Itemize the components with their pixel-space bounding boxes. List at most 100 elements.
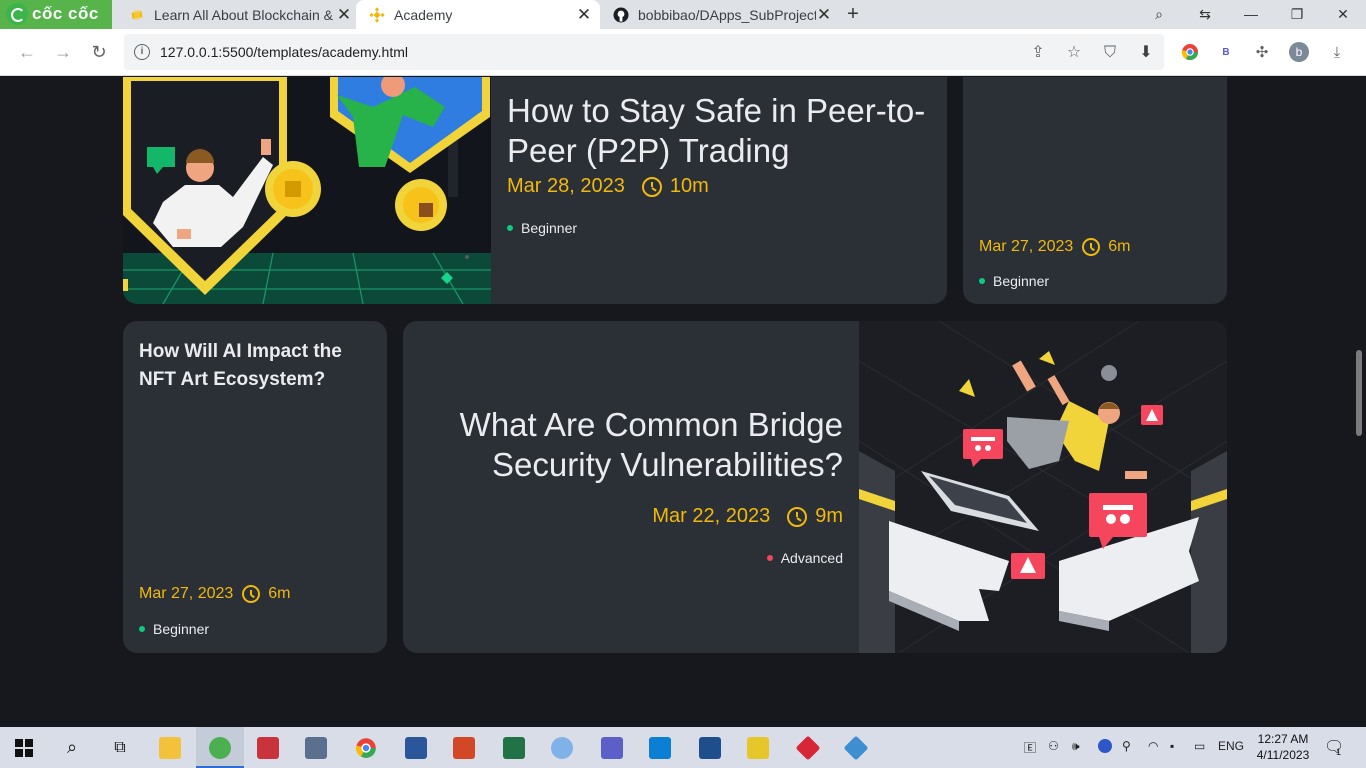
downloads-icon[interactable]: ⤓ xyxy=(1327,43,1347,63)
extensions-puzzle-icon[interactable]: ✣ xyxy=(1252,43,1272,63)
app-calendar-icon[interactable] xyxy=(244,727,292,768)
close-tab-icon[interactable]: ✕ xyxy=(576,6,592,23)
tab-github[interactable]: bobbibao/DApps_SubProject ✕ xyxy=(600,0,840,29)
windows-taskbar: ⌕ ⧉ 🄴 ⚇ 🕪 ⚲ ◠ ▪ ▭ ENG 12:27 AM 4/11/2023… xyxy=(0,727,1366,768)
bookmark-star-icon[interactable]: ☆ xyxy=(1064,43,1084,63)
article-title[interactable]: What Are Common Bridge Security Vulnerab… xyxy=(427,405,843,485)
restore-window-button[interactable]: ❐ xyxy=(1286,4,1308,24)
browser-brand[interactable]: cốc cốc xyxy=(0,0,112,29)
shield-icon[interactable]: ⛉ xyxy=(1100,43,1120,63)
language-indicator[interactable]: ENG xyxy=(1218,739,1244,753)
level-label: Beginner xyxy=(153,621,210,637)
minimize-window-button[interactable]: — xyxy=(1240,4,1262,24)
brand-name: cốc cốc xyxy=(32,4,99,23)
windows-logo-icon xyxy=(15,738,33,757)
powerpoint-icon[interactable] xyxy=(440,727,488,768)
academy-page: How to Stay Safe in Peer-to-Peer (P2P) T… xyxy=(0,77,1352,727)
read-duration: 9m xyxy=(815,505,843,527)
tray-app-icon[interactable]: 🄴 xyxy=(1024,739,1036,756)
p2p-trading-illustration xyxy=(123,77,491,304)
devc-icon[interactable] xyxy=(686,727,734,768)
volume-icon[interactable]: 🕪 xyxy=(1072,739,1080,754)
tab-switch-icon[interactable]: ⇆ xyxy=(1194,4,1216,24)
extension-b-icon[interactable]: B xyxy=(1216,43,1236,63)
url-text[interactable]: 127.0.0.1:5500/templates/academy.html xyxy=(160,44,408,60)
article-meta: Mar 27, 2023 6m xyxy=(979,238,1131,256)
download-video-icon[interactable]: ⬇ xyxy=(1136,43,1156,63)
search-icon[interactable]: ⌕ xyxy=(48,727,96,768)
paint-icon[interactable] xyxy=(538,727,586,768)
tab-title: bobbibao/DApps_SubProject xyxy=(638,6,816,23)
level-tag: Advanced xyxy=(766,550,843,566)
network-icon[interactable]: ▪ xyxy=(1170,739,1174,753)
level-label: Beginner xyxy=(521,220,578,236)
app-tool-icon[interactable] xyxy=(734,727,782,768)
article-meta: Mar 27, 2023 6m xyxy=(139,585,291,603)
tab-title: Academy xyxy=(394,6,453,23)
article-date: Mar 27, 2023 xyxy=(139,585,234,602)
github-favicon-icon xyxy=(613,7,629,22)
tab-search-icon[interactable]: ⌕ xyxy=(1148,4,1170,24)
article-card[interactable]: What Are Common Bridge Security Vulnerab… xyxy=(403,321,1227,653)
app-red-diamond-icon[interactable] xyxy=(784,727,832,768)
article-date: Mar 28, 2023 xyxy=(507,175,625,197)
article-card[interactable]: How Will AI Impact the NFT Art Ecosystem… xyxy=(123,321,387,653)
notifications-icon[interactable]: 🗨 xyxy=(1324,737,1344,757)
level-dot xyxy=(766,555,773,561)
clock-icon xyxy=(242,585,261,603)
clock-icon xyxy=(641,176,662,197)
scrollbar-thumb[interactable] xyxy=(1356,350,1362,436)
page-scrollbar[interactable] xyxy=(1352,77,1366,727)
forward-button[interactable]: → xyxy=(50,39,76,65)
microphone-icon[interactable]: ⚲ xyxy=(1122,739,1131,753)
close-window-button[interactable]: ✕ xyxy=(1332,4,1354,24)
level-tag: Beginner xyxy=(507,220,577,236)
read-duration: 6m xyxy=(1108,238,1131,255)
tab-title: Learn All About Blockchain & xyxy=(154,6,334,23)
binance-favicon-icon xyxy=(369,6,385,23)
article-meta: Mar 28, 2023 10m xyxy=(507,175,709,198)
clock-icon xyxy=(787,506,808,527)
start-button[interactable] xyxy=(0,727,48,768)
close-tab-icon[interactable]: ✕ xyxy=(816,6,832,23)
read-duration: 6m xyxy=(268,585,291,602)
article-card[interactable]: How to Stay Safe in Peer-to-Peer (P2P) T… xyxy=(123,77,947,304)
article-card[interactable]: Mar 27, 2023 6m Beginner xyxy=(963,77,1227,304)
address-bar[interactable]: i 127.0.0.1:5500/templates/academy.html … xyxy=(124,34,1164,70)
level-tag: Beginner xyxy=(139,621,209,637)
system-clock[interactable]: 12:27 AM 4/11/2023 xyxy=(1252,731,1314,763)
extension-chrome-icon[interactable] xyxy=(1180,43,1200,63)
browser-tab-bar: cốc cốc Learn All About Blockchain & ✕ A… xyxy=(0,0,1366,29)
excel-icon[interactable] xyxy=(490,727,538,768)
new-tab-button[interactable]: + xyxy=(843,4,863,24)
coccoc-browser-icon[interactable] xyxy=(196,727,244,768)
back-button[interactable]: ← xyxy=(14,39,40,65)
reload-button[interactable]: ↻ xyxy=(86,39,112,65)
teams-icon[interactable] xyxy=(588,727,636,768)
battery-icon[interactable]: ▭ xyxy=(1194,739,1205,753)
chrome-icon[interactable] xyxy=(342,727,390,768)
clock-time: 12:27 AM xyxy=(1257,732,1309,746)
bridge-security-illustration xyxy=(859,321,1227,653)
share-icon[interactable]: ⇪ xyxy=(1028,43,1048,63)
vscode-icon[interactable] xyxy=(636,727,684,768)
file-explorer-icon[interactable] xyxy=(146,727,194,768)
wifi-icon[interactable]: ◠ xyxy=(1148,739,1158,753)
app-document-icon[interactable] xyxy=(292,727,340,768)
task-view-icon[interactable]: ⧉ xyxy=(96,727,144,768)
site-info-icon[interactable]: i xyxy=(134,44,150,60)
coccoc-logo-icon xyxy=(6,3,28,25)
article-date: Mar 27, 2023 xyxy=(979,238,1074,255)
level-dot xyxy=(507,225,513,231)
article-title[interactable]: How to Stay Safe in Peer-to-Peer (P2P) T… xyxy=(507,91,939,171)
close-tab-icon[interactable]: ✕ xyxy=(336,6,352,23)
tray-status-icon[interactable] xyxy=(1098,739,1112,753)
git-tool-icon[interactable] xyxy=(832,727,880,768)
article-title[interactable]: How Will AI Impact the NFT Art Ecosystem… xyxy=(139,338,371,394)
tray-teams-icon[interactable]: ⚇ xyxy=(1048,739,1059,753)
tab-academy[interactable]: Academy ✕ xyxy=(356,0,600,29)
word-icon[interactable] xyxy=(392,727,440,768)
article-date: Mar 22, 2023 xyxy=(652,505,771,527)
tab-blockchain[interactable]: Learn All About Blockchain & ✕ xyxy=(116,0,360,29)
profile-avatar[interactable]: b xyxy=(1289,42,1309,62)
